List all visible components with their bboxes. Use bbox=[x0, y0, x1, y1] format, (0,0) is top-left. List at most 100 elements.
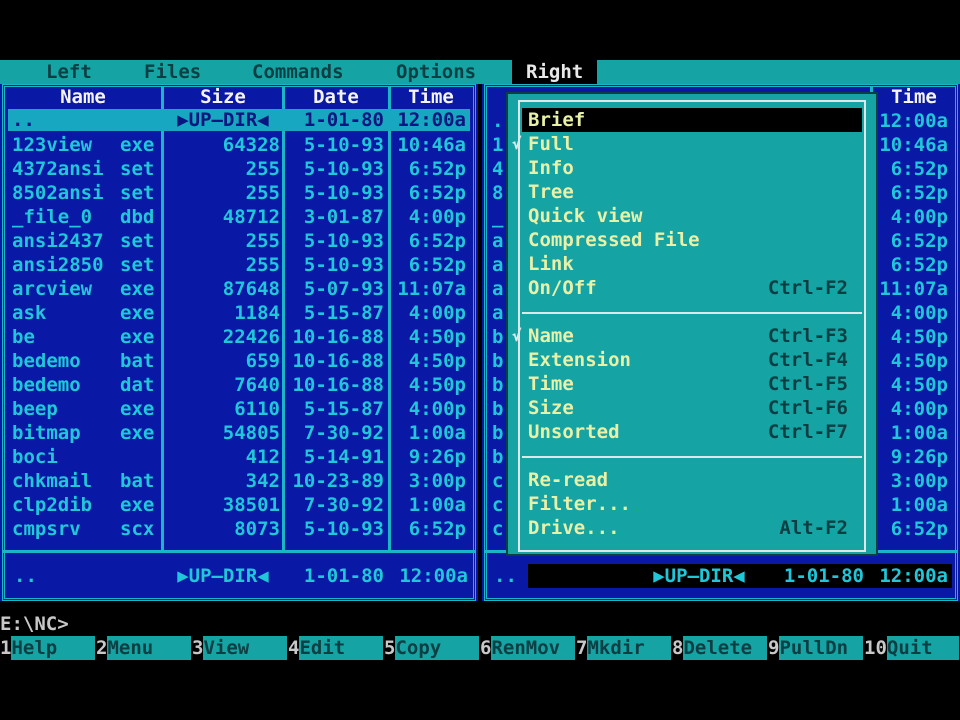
table-row[interactable]: ansi2437 set 255 5-10-93 6:52p bbox=[8, 229, 470, 253]
right-file-time[interactable]: 1:00a bbox=[874, 421, 948, 445]
right-file-initial[interactable]: b bbox=[492, 397, 506, 421]
command-line[interactable]: E:\NC> bbox=[0, 612, 69, 636]
right-file-initial[interactable]: .. bbox=[492, 109, 515, 133]
dropdown-item-full[interactable]: √ Full bbox=[512, 132, 862, 156]
fkey-menu[interactable]: 2Menu bbox=[96, 636, 192, 660]
right-file-time[interactable]: 9:26p bbox=[874, 445, 948, 469]
dropdown-item-re-read[interactable]: Re-read bbox=[528, 468, 862, 492]
right-file-time[interactable]: 1:00a bbox=[874, 493, 948, 517]
right-file-time[interactable]: 12:00a bbox=[874, 109, 948, 133]
right-file-initial[interactable]: c bbox=[492, 493, 506, 517]
fkey-copy[interactable]: 5Copy bbox=[384, 636, 480, 660]
right-file-time[interactable]: 6:52p bbox=[874, 181, 948, 205]
right-file-initial[interactable]: a bbox=[492, 253, 506, 277]
table-row[interactable]: bedemo bat 659 10-16-88 4:50p bbox=[8, 349, 470, 373]
right-file-time[interactable]: 4:00p bbox=[874, 301, 948, 325]
fkey-mkdir[interactable]: 7Mkdir bbox=[576, 636, 672, 660]
table-row[interactable]: cmpsrv scx 8073 5-10-93 6:52p bbox=[8, 517, 470, 541]
fkey-edit[interactable]: 4Edit bbox=[288, 636, 384, 660]
right-file-initial[interactable]: b bbox=[492, 421, 506, 445]
fkey-view[interactable]: 3View bbox=[192, 636, 288, 660]
left-header-time[interactable]: Time bbox=[392, 86, 470, 108]
fkey-pulldn[interactable]: 9PullDn bbox=[768, 636, 864, 660]
right-file-time[interactable]: 4:50p bbox=[874, 373, 948, 397]
file-time: 1:00a bbox=[408, 494, 466, 516]
table-row[interactable]: ask exe 1184 5-15-87 4:00p bbox=[8, 301, 470, 325]
fkey-quit[interactable]: 10Quit bbox=[864, 636, 959, 660]
table-row[interactable]: ansi2850 set 255 5-10-93 6:52p bbox=[8, 253, 470, 277]
dropdown-item-tree[interactable]: Tree bbox=[528, 180, 862, 204]
table-row[interactable]: arcview exe 87648 5-07-93 11:07a bbox=[8, 277, 470, 301]
dropdown-item-compressed-file[interactable]: Compressed File bbox=[528, 228, 862, 252]
right-file-initial[interactable]: b bbox=[492, 373, 506, 397]
right-file-time[interactable]: 11:07a bbox=[874, 277, 948, 301]
right-status-name: .. bbox=[494, 565, 517, 587]
right-file-time[interactable]: 3:00p bbox=[874, 469, 948, 493]
dropdown-item-size[interactable]: Size Ctrl-F6 bbox=[528, 396, 862, 420]
dropdown-separator bbox=[522, 312, 862, 314]
right-file-time[interactable]: 6:52p bbox=[874, 229, 948, 253]
fkey-help[interactable]: 1Help bbox=[0, 636, 96, 660]
table-row[interactable]: 123view exe 64328 5-10-93 10:46a bbox=[8, 133, 470, 157]
right-file-time[interactable]: 4:00p bbox=[874, 205, 948, 229]
fkey-label: Edit bbox=[299, 636, 384, 660]
right-file-time[interactable]: 4:00p bbox=[874, 397, 948, 421]
fkey-delete[interactable]: 8Delete bbox=[672, 636, 768, 660]
table-row[interactable]: 4372ansi set 255 5-10-93 6:52p bbox=[8, 157, 470, 181]
right-file-time[interactable]: 6:52p bbox=[874, 253, 948, 277]
dropdown-item-filter[interactable]: Filter... bbox=[528, 492, 862, 516]
right-file-initial[interactable]: a bbox=[492, 277, 506, 301]
right-file-initial[interactable]: a bbox=[492, 301, 506, 325]
right-file-initial[interactable]: 4 bbox=[492, 157, 506, 181]
table-row[interactable]: clp2dib exe 38501 7-30-92 1:00a bbox=[8, 493, 470, 517]
table-row[interactable]: be exe 22426 10-16-88 4:50p bbox=[8, 325, 470, 349]
right-file-time[interactable]: 6:52p bbox=[874, 517, 948, 541]
table-row[interactable]: beep exe 6110 5-15-87 4:00p bbox=[8, 397, 470, 421]
right-file-initial[interactable]: c bbox=[492, 517, 506, 541]
table-row[interactable]: boci 412 5-14-91 9:26p bbox=[8, 445, 470, 469]
left-updir-row[interactable]: .. ▶UP—DIR◀ 1-01-80 12:00a bbox=[8, 109, 470, 131]
menu-right[interactable]: Right bbox=[512, 60, 598, 84]
right-file-time[interactable]: 6:52p bbox=[874, 157, 948, 181]
dropdown-item-on-off[interactable]: On/Off Ctrl-F2 bbox=[528, 276, 862, 300]
file-ext: set bbox=[120, 230, 155, 252]
right-file-initial[interactable]: b bbox=[492, 349, 506, 373]
right-file-time[interactable]: 10:46a bbox=[874, 133, 948, 157]
dropdown-item-name[interactable]: √ Name Ctrl-F3 bbox=[512, 324, 862, 348]
left-header-date[interactable]: Date bbox=[287, 86, 385, 108]
menu-options[interactable]: Options bbox=[396, 60, 476, 84]
dropdown-item-extension[interactable]: Extension Ctrl-F4 bbox=[528, 348, 862, 372]
right-file-time[interactable]: 4:50p bbox=[874, 325, 948, 349]
menu-commands[interactable]: Commands bbox=[252, 60, 344, 84]
dropdown-item-unsorted[interactable]: Unsorted Ctrl-F7 bbox=[528, 420, 862, 444]
dropdown-item-drive[interactable]: Drive... Alt-F2 bbox=[528, 516, 862, 540]
right-file-initial[interactable]: c bbox=[492, 469, 506, 493]
dropdown-item-time[interactable]: Time Ctrl-F5 bbox=[528, 372, 862, 396]
dropdown-item-brief[interactable]: Brief bbox=[522, 108, 862, 132]
table-row[interactable]: bitmap exe 54805 7-30-92 1:00a bbox=[8, 421, 470, 445]
file-ext: scx bbox=[120, 518, 155, 540]
table-row[interactable]: 8502ansi set 255 5-10-93 6:52p bbox=[8, 181, 470, 205]
file-date: 7-30-92 bbox=[303, 422, 384, 444]
menu-left[interactable]: Left bbox=[46, 60, 92, 84]
dropdown-item-info[interactable]: Info bbox=[528, 156, 862, 180]
right-file-initial[interactable]: 8 bbox=[492, 181, 506, 205]
right-file-time[interactable]: 4:50p bbox=[874, 349, 948, 373]
dropdown-item-link[interactable]: Link bbox=[528, 252, 862, 276]
menu-files[interactable]: Files bbox=[144, 60, 201, 84]
right-file-initial[interactable]: a bbox=[492, 229, 506, 253]
file-ext: exe bbox=[120, 494, 155, 516]
fkey-label: Menu bbox=[107, 636, 192, 660]
left-header-name[interactable]: Name bbox=[8, 86, 158, 108]
right-file-initial[interactable]: b bbox=[492, 325, 506, 349]
dropdown-item-quick-view[interactable]: Quick view bbox=[528, 204, 862, 228]
right-file-initial[interactable]: 1 bbox=[492, 133, 506, 157]
left-header-size[interactable]: Size bbox=[166, 86, 280, 108]
right-file-initial[interactable]: b bbox=[492, 445, 506, 469]
table-row[interactable]: _file_0 dbd 48712 3-01-87 4:00p bbox=[8, 205, 470, 229]
table-row[interactable]: bedemo dat 7640 10-16-88 4:50p bbox=[8, 373, 470, 397]
right-file-initial[interactable]: _ bbox=[492, 205, 506, 229]
table-row[interactable]: chkmail bat 342 10-23-89 3:00p bbox=[8, 469, 470, 493]
right-header-time[interactable]: Time bbox=[876, 86, 952, 108]
fkey-renmov[interactable]: 6RenMov bbox=[480, 636, 576, 660]
